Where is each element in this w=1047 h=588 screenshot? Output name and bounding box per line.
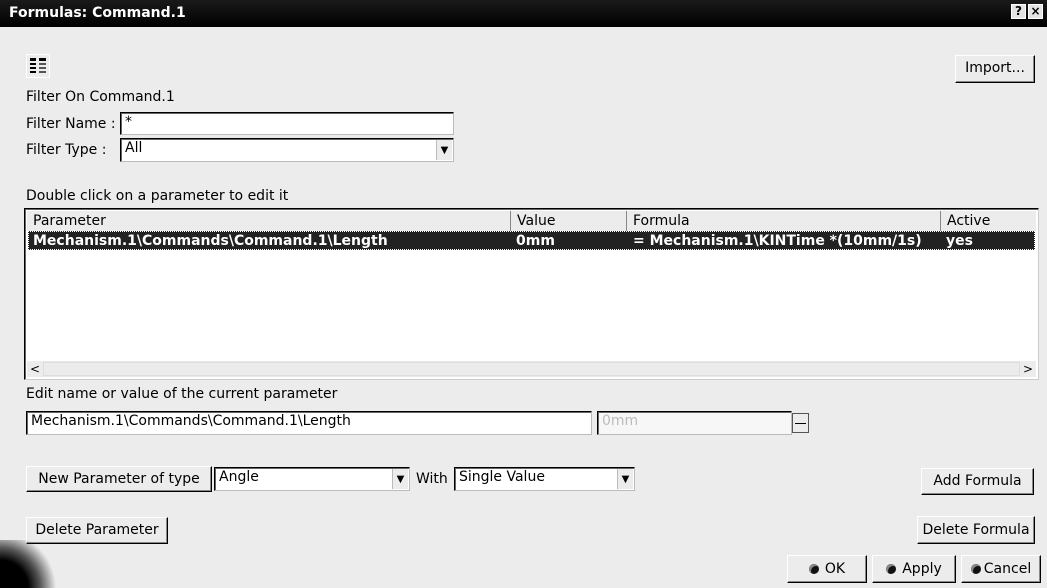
- formulas-dialog: Formulas: Command.1 ? × Import... Filter…: [0, 0, 1047, 588]
- cancel-indicator-icon: [970, 564, 981, 574]
- value-spinner[interactable]: [792, 413, 809, 433]
- column-header-active[interactable]: Active: [941, 211, 1036, 231]
- filter-type-select[interactable]: All ▼: [120, 138, 454, 162]
- ok-label: OK: [824, 561, 846, 577]
- cell-parameter: Mechanism.1\Commands\Command.1\Length: [33, 233, 388, 249]
- value-kind-select[interactable]: Single Value ▼: [454, 467, 635, 491]
- value-kind-value: Single Value: [459, 469, 545, 485]
- add-formula-button[interactable]: Add Formula: [921, 468, 1034, 495]
- table-row[interactable]: Mechanism.1\Commands\Command.1\Length 0m…: [28, 231, 1035, 250]
- cell-value: 0mm: [516, 233, 555, 249]
- parameter-name-input[interactable]: Mechanism.1\Commands\Command.1\Length: [26, 411, 592, 435]
- cell-active: yes: [946, 233, 973, 249]
- filter-name-label: Filter Name :: [26, 116, 116, 132]
- chevron-down-icon[interactable]: ▼: [436, 140, 452, 160]
- ok-button[interactable]: OK: [787, 555, 867, 583]
- title-bar: Formulas: Command.1 ? ×: [0, 0, 1047, 27]
- scroll-right-icon[interactable]: >: [1020, 361, 1036, 377]
- filter-on-label: Filter On Command.1: [26, 89, 175, 105]
- scroll-left-icon[interactable]: <: [27, 361, 43, 377]
- parameter-type-select[interactable]: Angle ▼: [214, 467, 410, 491]
- new-parameter-button[interactable]: New Parameter of type: [26, 466, 212, 492]
- apply-button[interactable]: Apply: [872, 555, 956, 583]
- apply-label: Apply: [902, 561, 942, 577]
- table-header: Parameter Value Formula Active: [27, 211, 1036, 231]
- filter-type-value: All: [125, 140, 143, 156]
- apply-indicator-icon: [886, 564, 897, 574]
- column-header-value[interactable]: Value: [511, 211, 627, 231]
- column-header-parameter[interactable]: Parameter: [27, 211, 511, 231]
- filter-name-input[interactable]: *: [120, 112, 454, 135]
- delete-parameter-button[interactable]: Delete Parameter: [26, 517, 168, 544]
- cancel-label: Cancel: [983, 561, 1032, 577]
- ok-indicator-icon: [808, 564, 819, 574]
- cell-formula: = Mechanism.1\KINTime *(10mm/1s): [633, 233, 922, 249]
- filter-type-label: Filter Type :: [26, 142, 107, 158]
- formula-list-icon[interactable]: [26, 54, 50, 78]
- close-icon[interactable]: ×: [1028, 4, 1043, 19]
- column-header-formula[interactable]: Formula: [627, 211, 941, 231]
- chevron-down-icon[interactable]: ▼: [617, 469, 633, 489]
- with-label: With: [416, 471, 448, 487]
- parameter-type-value: Angle: [219, 469, 259, 485]
- scrollbar-thumb[interactable]: [43, 362, 1020, 376]
- cancel-button[interactable]: Cancel: [961, 555, 1041, 583]
- help-icon[interactable]: ?: [1011, 4, 1026, 19]
- edit-label: Edit name or value of the current parame…: [26, 386, 338, 402]
- horizontal-scrollbar[interactable]: < >: [27, 361, 1036, 377]
- decorative-corner: [0, 540, 70, 588]
- window-title: Formulas: Command.1: [9, 5, 186, 21]
- table-hint: Double click on a parameter to edit it: [26, 188, 289, 204]
- parameters-table: Parameter Value Formula Active Mechanism…: [24, 208, 1039, 380]
- import-button[interactable]: Import...: [955, 55, 1035, 83]
- chevron-down-icon[interactable]: ▼: [392, 469, 408, 489]
- parameter-value-input[interactable]: 0mm: [597, 411, 792, 435]
- delete-formula-button[interactable]: Delete Formula: [917, 516, 1035, 544]
